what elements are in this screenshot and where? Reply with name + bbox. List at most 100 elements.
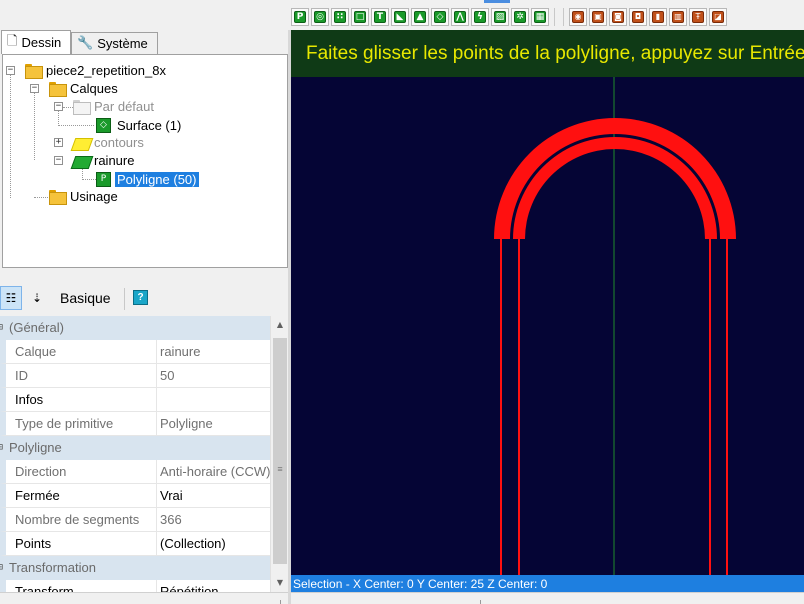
relief-tool-button[interactable]: ⋀ xyxy=(451,8,469,26)
category-toggle[interactable]: ⊟ xyxy=(0,322,5,333)
tree-node-rainure-label: rainure xyxy=(94,152,135,168)
category-toggle[interactable]: ⊟ xyxy=(0,442,5,453)
tree-node-calques[interactable]: Calques xyxy=(49,79,120,97)
category-title: Transformation xyxy=(9,560,96,575)
rectangle-tool-button[interactable]: □ xyxy=(351,8,369,26)
property-value[interactable]: Polyligne xyxy=(157,412,270,436)
property-row[interactable]: ID 50 xyxy=(0,364,270,388)
property-grid[interactable]: ⊟ (Général) Calque rainure ID 50 Infos T… xyxy=(0,316,288,592)
main-toolbar: P ◎ ∷ □ T ◣ ▲ ◇ ⋀ ϟ ▨ ✲ ▦ ◉ ▣ ◙ ◘ ▮ ▥ Ŧ … xyxy=(0,0,804,30)
drawing-view[interactable] xyxy=(291,77,804,575)
machining-engrave-button[interactable]: ◙ xyxy=(609,8,627,26)
points-icon: ∷ xyxy=(334,11,346,23)
property-row[interactable]: Transform Répétition xyxy=(0,580,270,592)
collapse-toggle[interactable]: − xyxy=(54,102,63,111)
grid-icon: ▦ xyxy=(534,11,546,23)
image-icon: ▲ xyxy=(414,11,426,23)
machining-contour-button[interactable]: ▣ xyxy=(589,8,607,26)
property-row[interactable]: Fermée Vrai xyxy=(0,484,270,508)
machining-finish-button[interactable]: ◪ xyxy=(709,8,727,26)
tree-node-surface[interactable]: ◇ Surface (1) xyxy=(96,116,183,134)
tree-node-par-defaut-label: Par défaut xyxy=(94,98,154,114)
polyline-tool-button[interactable]: P xyxy=(291,8,309,26)
category-general[interactable]: ⊟ (Général) xyxy=(0,316,270,340)
property-row[interactable]: Type de primitive Polyligne xyxy=(0,412,270,436)
property-row[interactable]: Nombre de segments 366 xyxy=(0,508,270,532)
categorized-button[interactable]: ☷ xyxy=(0,286,22,310)
property-row[interactable]: Infos xyxy=(0,388,270,412)
tree-node-usinage[interactable]: Usinage xyxy=(49,187,120,205)
tab-dessin[interactable]: 🗋 Dessin xyxy=(1,30,71,54)
tree-node-rainure[interactable]: rainure xyxy=(73,151,136,169)
machining-text-button[interactable]: Ŧ xyxy=(689,8,707,26)
property-value[interactable] xyxy=(157,388,270,412)
folder-icon xyxy=(49,81,67,97)
gear-tool-button[interactable]: ✲ xyxy=(511,8,529,26)
tree-node-polyligne[interactable]: P Polyligne (50) xyxy=(96,170,199,188)
footer-divider xyxy=(480,600,481,604)
outer-groove-arch[interactable] xyxy=(494,118,736,239)
tree-node-contours[interactable]: contours xyxy=(73,133,146,151)
property-value[interactable]: Anti-horaire (CCW) xyxy=(157,460,270,484)
text-tool-button[interactable]: T xyxy=(371,8,389,26)
tree-node-par-defaut[interactable]: Par défaut xyxy=(73,97,156,115)
property-value[interactable]: Vrai xyxy=(157,484,270,508)
pocket-icon: ◉ xyxy=(572,11,584,23)
property-value[interactable]: 50 xyxy=(157,364,270,388)
property-name: Type de primitive xyxy=(0,412,157,436)
property-name: Fermée xyxy=(0,484,157,508)
category-transformation[interactable]: ⊟ Transformation xyxy=(0,556,270,580)
tree-guide xyxy=(82,179,96,180)
help-button[interactable]: ? xyxy=(133,290,148,305)
shape-tool-button[interactable]: ◣ xyxy=(391,8,409,26)
circle-tool-button[interactable]: ◎ xyxy=(311,8,329,26)
text-machining-icon: Ŧ xyxy=(692,11,704,23)
property-value[interactable]: 366 xyxy=(157,508,270,532)
scroll-down-arrow-icon[interactable]: ▼ xyxy=(271,574,289,592)
property-value[interactable]: Répétition xyxy=(157,580,270,592)
machining-pocket-button[interactable]: ◉ xyxy=(569,8,587,26)
tree-node-contours-label: contours xyxy=(94,134,144,150)
property-row[interactable]: Calque rainure xyxy=(0,340,270,364)
machining-drill-button[interactable]: ◘ xyxy=(629,8,647,26)
property-row[interactable]: Points (Collection) xyxy=(0,532,270,556)
instruction-banner: Faites glisser les points de la polylign… xyxy=(291,30,804,77)
category-title: (Général) xyxy=(9,320,64,335)
hatch-tool-button[interactable]: ▨ xyxy=(491,8,509,26)
image-tool-button[interactable]: ▲ xyxy=(411,8,429,26)
property-row[interactable]: Direction Anti-horaire (CCW) xyxy=(0,460,270,484)
drawing-tree[interactable]: − piece2_repetition_8x − Calques − Par d… xyxy=(2,54,288,268)
grid-tool-button[interactable]: ▦ xyxy=(531,8,549,26)
circle-icon: ◎ xyxy=(314,11,326,23)
toolbar-accent xyxy=(484,0,510,3)
surface-tool-button[interactable]: ◇ xyxy=(431,8,449,26)
tree-guide xyxy=(58,125,94,126)
machining-tool-button[interactable]: ▮ xyxy=(649,8,667,26)
tree-node-usinage-label: Usinage xyxy=(70,188,118,204)
category-polyligne[interactable]: ⊟ Polyligne xyxy=(0,436,270,460)
property-grid-scrollbar[interactable]: ▲ ≡ ▼ xyxy=(270,316,288,592)
scroll-up-arrow-icon[interactable]: ▲ xyxy=(271,316,289,334)
drawing-canvas[interactable]: Faites glisser les points de la polylign… xyxy=(291,30,804,575)
property-value[interactable]: (Collection) xyxy=(157,532,270,556)
basic-view-button[interactable]: Basique xyxy=(60,290,111,306)
scroll-thumb[interactable]: ≡ xyxy=(273,338,287,564)
expand-toggle[interactable]: + xyxy=(54,138,63,147)
lightning-tool-button[interactable]: ϟ xyxy=(471,8,489,26)
property-value[interactable]: rainure xyxy=(157,340,270,364)
collapse-toggle[interactable]: − xyxy=(30,84,39,93)
property-name: Transform xyxy=(0,580,157,592)
collapse-toggle[interactable]: − xyxy=(6,66,15,75)
document-icon: 🗋 xyxy=(7,33,18,49)
collapse-toggle[interactable]: − xyxy=(54,156,63,165)
machining-relief-button[interactable]: ▥ xyxy=(669,8,687,26)
canvas-footer xyxy=(291,592,804,604)
points-tool-button[interactable]: ∷ xyxy=(331,8,349,26)
tree-node-root[interactable]: piece2_repetition_8x xyxy=(25,61,168,79)
tab-systeme[interactable]: 🔧 Système xyxy=(71,32,158,54)
tree-node-polyligne-label: Polyligne (50) xyxy=(115,171,199,187)
status-bar: Selection - X Center: 0 Y Center: 25 Z C… xyxy=(291,575,804,592)
category-toggle[interactable]: ⊟ xyxy=(0,562,5,573)
alphabetical-button[interactable]: ⇣ xyxy=(26,286,48,310)
tab-dessin-label: Dessin xyxy=(21,35,62,50)
